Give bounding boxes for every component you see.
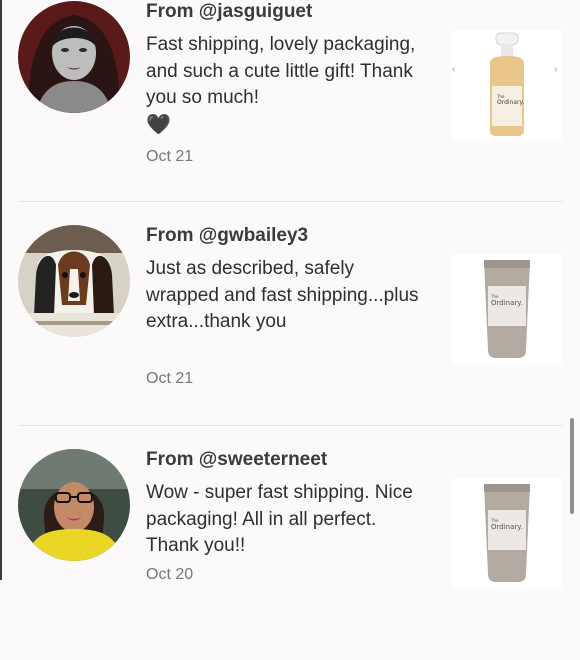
review-username[interactable]: From @jasguiguet [146, 1, 312, 23]
chevron-left-icon[interactable]: ‹ [452, 64, 455, 75]
review-item: From @gwbailey3 Just as described, safel… [0, 212, 580, 436]
avatar[interactable] [18, 449, 130, 561]
svg-text:Ordinary.: Ordinary. [491, 523, 523, 531]
black-heart-icon: 🖤 [146, 113, 171, 136]
review-message: Fast shipping, lovely packaging, and suc… [146, 34, 416, 109]
review-date: Oct 20 [146, 566, 194, 583]
product-thumbnail[interactable]: The Ordinary. [452, 478, 562, 588]
scrollbar-thumb[interactable] [570, 418, 574, 514]
svg-text:Ordinary.: Ordinary. [491, 299, 523, 307]
review-date: Oct 21 [146, 148, 194, 165]
chevron-right-icon[interactable]: › [554, 64, 557, 75]
review-item: From @sweeterneet Wow - super fast shipp… [0, 436, 580, 660]
review-message: Wow - super fast shipping. Nice packagin… [146, 482, 413, 557]
svg-text:Ordinary.: Ordinary. [497, 99, 524, 106]
review-item: From @jasguiguet Fast shipping, lovely p… [0, 0, 580, 212]
review-message: Just as described, safely wrapped and fa… [146, 258, 419, 333]
review-text: Fast shipping, lovely packaging, and suc… [146, 32, 431, 139]
review-username[interactable]: From @gwbailey3 [146, 225, 308, 247]
avatar[interactable] [18, 225, 130, 337]
divider [18, 425, 562, 426]
avatar[interactable] [18, 1, 130, 113]
product-thumbnail[interactable]: The Ordinary. [452, 30, 562, 140]
review-date: Oct 21 [146, 370, 194, 387]
review-username[interactable]: From @sweeterneet [146, 449, 327, 471]
divider [18, 201, 562, 202]
product-thumbnail[interactable]: The Ordinary. [452, 254, 562, 364]
